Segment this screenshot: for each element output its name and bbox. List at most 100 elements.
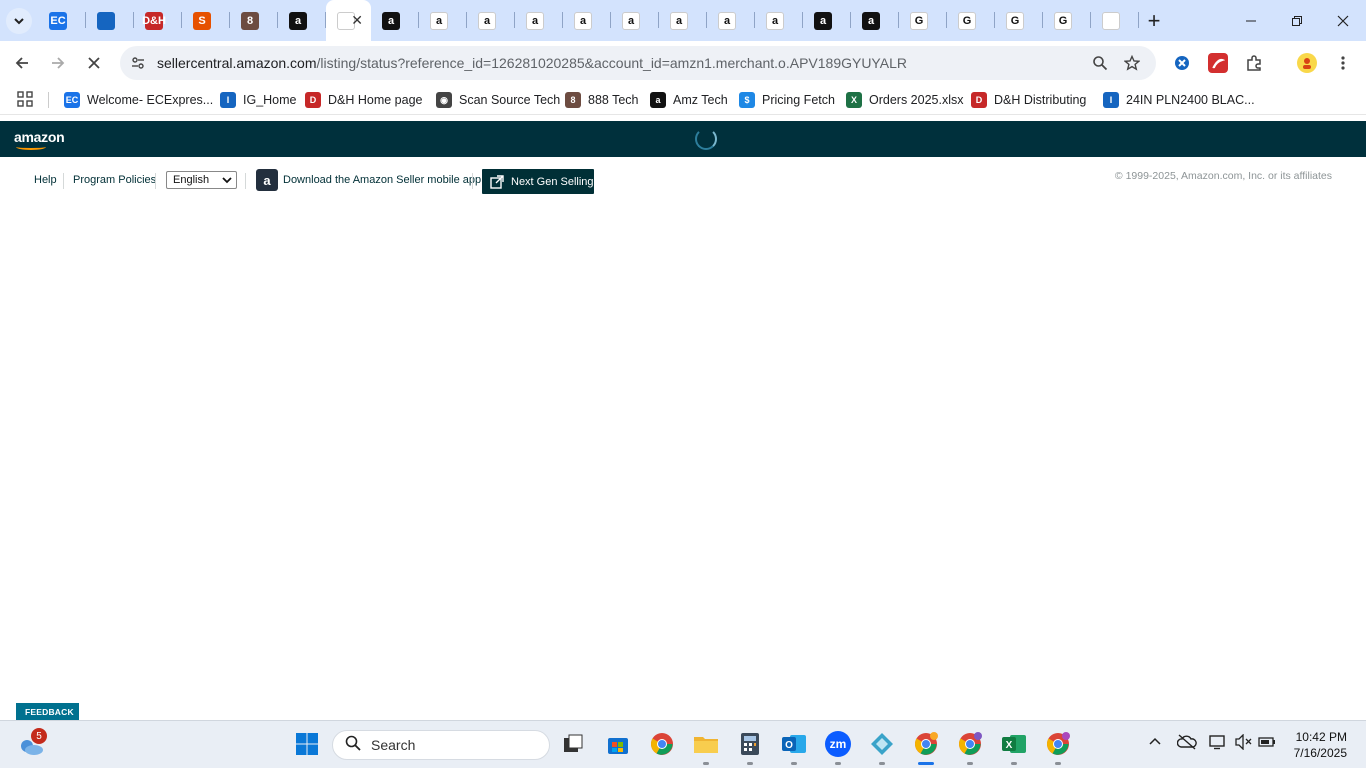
weather-badge: 5 (31, 728, 47, 744)
bookmark-label: Pricing Fetch (762, 93, 835, 107)
browser-tab[interactable]: a (659, 0, 707, 41)
bookmark-item[interactable]: D D&H Distributing (971, 91, 1086, 109)
browser-tab[interactable]: a (755, 0, 803, 41)
extensions-puzzle-icon[interactable] (1244, 53, 1264, 73)
excel-icon[interactable]: X (1001, 731, 1027, 757)
taskbar-clock[interactable]: 10:42 PM 7/16/2025 (1294, 729, 1347, 761)
browser-tab[interactable]: a (371, 0, 419, 41)
url-path: /listing/status?reference_id=12628102028… (316, 55, 907, 71)
browser-tab[interactable]: a (851, 0, 899, 41)
amazon-smile-icon: a (430, 11, 448, 30)
language-select-value: English (173, 174, 210, 186)
address-bar[interactable]: sellercentral.amazon.com/listing/status?… (120, 46, 1156, 80)
close-icon[interactable]: ✕ (79, 706, 88, 717)
profile-avatar-icon[interactable] (1297, 53, 1317, 73)
bookmark-item[interactable]: EC Welcome- ECExpres... (64, 91, 213, 109)
amazon-logo[interactable]: amazon (14, 129, 65, 150)
browser-tab[interactable]: a (563, 0, 611, 41)
back-arrow-icon[interactable] (8, 49, 36, 77)
battery-icon[interactable] (1258, 734, 1276, 754)
browser-tab[interactable]: a (419, 0, 467, 41)
apps-grid-icon[interactable] (17, 91, 35, 109)
acrobat-extension-icon[interactable] (1208, 53, 1228, 73)
active-tab[interactable]: ✕ (326, 0, 371, 41)
stop-loading-icon[interactable] (80, 49, 108, 77)
google-icon: G (958, 11, 976, 30)
browser-tab[interactable]: a (278, 0, 326, 41)
site-info-icon[interactable] (128, 53, 148, 73)
chrome-profile-icon[interactable] (1045, 731, 1071, 757)
microsoft-store-icon[interactable] (605, 731, 631, 757)
bookmark-star-icon[interactable] (1122, 53, 1142, 73)
browser-tab[interactable]: EC (38, 0, 86, 41)
help-link[interactable]: Help (34, 174, 57, 186)
running-indicator (967, 762, 973, 765)
onedrive-offline-icon[interactable] (1176, 734, 1197, 754)
vpn-app-icon[interactable] (869, 731, 895, 757)
browser-tab[interactable]: D&H (134, 0, 182, 41)
link-divider (245, 173, 246, 189)
chrome-icon[interactable] (649, 731, 675, 757)
tab-list: EC D&H S 8 a ✕ a a a a a a a a a a a G G G G + (38, 0, 1169, 41)
close-tab-icon[interactable]: ✕ (351, 12, 363, 29)
amazon-seller-app-icon[interactable]: a (256, 169, 278, 191)
browser-tab[interactable] (1091, 0, 1139, 41)
zoom-app-icon[interactable]: zm (825, 731, 851, 757)
forward-arrow-icon[interactable] (44, 49, 72, 77)
bookmark-item[interactable]: I 24IN PLN2400 BLAC... (1103, 91, 1255, 109)
new-tab-plus-icon[interactable]: + (1139, 0, 1169, 41)
browser-tab[interactable]: a (467, 0, 515, 41)
bookmark-item[interactable]: $ Pricing Fetch (739, 91, 835, 109)
running-indicator (791, 762, 797, 765)
loading-spinner-icon (695, 128, 717, 150)
tab-search-chevron-icon[interactable] (6, 8, 32, 34)
network-icon[interactable] (1209, 734, 1227, 754)
chrome-profile-icon[interactable] (957, 731, 983, 757)
browser-tab[interactable]: G (899, 0, 947, 41)
bookmark-item[interactable]: D D&H Home page (305, 91, 423, 109)
dh-icon: D (971, 92, 987, 108)
browser-tab[interactable]: G (1043, 0, 1091, 41)
next-gen-selling-button[interactable]: Next Gen Selling (482, 169, 594, 194)
browser-tab[interactable]: G (995, 0, 1043, 41)
download-seller-app-link[interactable]: Download the Amazon Seller mobile app (283, 174, 481, 186)
calculator-icon[interactable] (737, 731, 763, 757)
language-select[interactable]: English (166, 171, 237, 189)
bookmark-item[interactable]: a Amz Tech (650, 91, 728, 109)
bookmark-item[interactable]: X Orders 2025.xlsx (846, 91, 963, 109)
program-policies-link[interactable]: Program Policies (73, 174, 156, 186)
link-divider (472, 173, 473, 189)
active-indicator (918, 762, 934, 765)
browser-tab[interactable]: 8 (230, 0, 278, 41)
amazon-smile-icon: a (478, 11, 496, 30)
show-hidden-icons-chevron-icon[interactable] (1148, 734, 1162, 752)
close-window-icon[interactable] (1320, 0, 1366, 41)
browser-tab[interactable]: G (947, 0, 995, 41)
zoom-icon[interactable] (1090, 53, 1110, 73)
chrome-profile-icon[interactable] (913, 731, 939, 757)
browser-tab[interactable] (86, 0, 134, 41)
bookmark-item[interactable]: I IG_Home (220, 91, 297, 109)
extension-blue-icon[interactable] (1172, 53, 1192, 73)
browser-tab[interactable]: a (515, 0, 563, 41)
windows-start-icon[interactable] (294, 731, 320, 757)
browser-tab[interactable]: a (803, 0, 851, 41)
bookmark-item[interactable]: ◉ Scan Source Tech (436, 91, 560, 109)
browser-tab[interactable]: a (707, 0, 755, 41)
file-explorer-icon[interactable] (693, 731, 719, 757)
volume-muted-icon[interactable] (1235, 733, 1253, 754)
excel-icon: X (846, 92, 862, 108)
svg-text:O: O (785, 740, 793, 751)
link-divider (155, 173, 156, 189)
minimize-icon[interactable] (1228, 0, 1274, 41)
browser-tab[interactable]: a (611, 0, 659, 41)
task-view-icon[interactable] (560, 731, 586, 757)
taskbar-search-box[interactable]: Search (332, 730, 550, 760)
browser-menu-icon[interactable] (1333, 53, 1353, 73)
browser-tab[interactable]: S (182, 0, 230, 41)
restore-icon[interactable] (1274, 0, 1320, 41)
888-icon: 8 (241, 11, 259, 30)
bookmark-item[interactable]: 8 888 Tech (565, 91, 639, 109)
feedback-button[interactable]: FEEDBACK ✕ (16, 703, 87, 720)
outlook-icon[interactable]: O (781, 731, 807, 757)
